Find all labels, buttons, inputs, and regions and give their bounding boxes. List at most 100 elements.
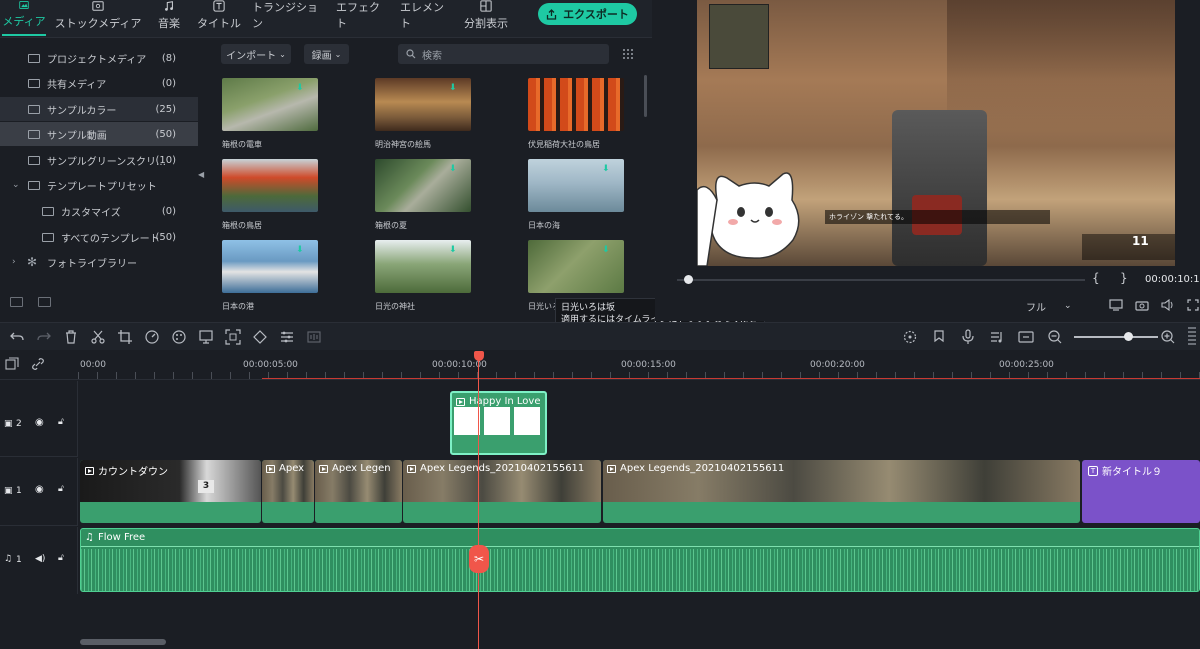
tab-stock-media[interactable]: ストックメディア (54, 0, 142, 36)
add-track-icon[interactable] (5, 357, 19, 371)
redo-icon[interactable] (36, 329, 52, 345)
scissors-icon[interactable]: ✂ (469, 545, 489, 573)
media-thumb[interactable] (528, 78, 624, 131)
microphone-icon[interactable] (960, 329, 976, 345)
panel-toggle-icon[interactable] (1188, 327, 1196, 347)
eye-icon[interactable]: ◉ (35, 417, 44, 428)
adjust-icon[interactable] (279, 329, 295, 345)
tab-media[interactable]: メディア (2, 0, 46, 36)
media-thumb[interactable]: ⬇ (375, 159, 471, 212)
zoom-in-icon[interactable] (1160, 329, 1176, 345)
clip-apex-legend[interactable]: Apex Legen (315, 460, 402, 523)
record-dropdown[interactable]: 録画 ⌄ (304, 44, 349, 64)
tab-music[interactable]: 音楽 (152, 0, 186, 36)
sidebar-item-project-media[interactable]: プロジェクトメディア (8) (0, 46, 198, 70)
sidebar-item-photo-library[interactable]: › ✻ フォトライブラリー (0, 250, 198, 274)
cat-sticker (697, 172, 800, 266)
media-thumb[interactable]: ⬇ (375, 78, 471, 131)
media-thumb[interactable]: ⬇ (222, 78, 318, 131)
speaker-icon[interactable]: ◀) (35, 554, 45, 564)
track-header-video-1: ▣ 1 ◉ 🔓︎ (0, 458, 78, 526)
folder-open-icon[interactable] (38, 297, 51, 307)
clip-apex-2[interactable]: Apex Legends_20210402155611 (603, 460, 1080, 523)
sidebar-item-customize[interactable]: カスタマイズ (0) (0, 199, 198, 223)
chevron-down-icon[interactable]: ⌄ (12, 180, 20, 190)
preview-quality-icon[interactable] (1018, 329, 1034, 345)
lock-icon[interactable]: 🔓︎ (58, 417, 64, 427)
quality-dropdown[interactable]: フル ⌄ (1022, 297, 1094, 315)
zoom-slider-handle[interactable] (1124, 332, 1133, 341)
media-thumb[interactable] (222, 159, 318, 212)
eye-icon[interactable]: ◉ (35, 484, 44, 495)
color-icon[interactable] (171, 329, 187, 345)
preview-progress-track[interactable] (677, 279, 1085, 281)
delete-icon[interactable] (63, 329, 79, 345)
timeline-ruler[interactable]: 00:00 00:00:05:00 00:00:10:00 00:00:15:0… (0, 350, 1200, 380)
export-button[interactable]: エクスポート (538, 3, 637, 25)
keyframe-icon[interactable] (252, 329, 268, 345)
volume-icon[interactable] (1161, 299, 1175, 311)
export-label: エクスポート (563, 8, 629, 21)
sidebar-item-sample-color[interactable]: サンプルカラー (25) (0, 97, 198, 121)
playhead-handle[interactable] (474, 351, 484, 361)
clip-title-9[interactable]: T 新タイトル９ (1082, 460, 1200, 523)
sidebar-item-template-preset[interactable]: ⌄ テンプレートプリセット (0, 173, 198, 197)
tab-split-screen[interactable]: 分割表示 (462, 0, 510, 36)
lock-icon[interactable]: 🔓︎ (58, 484, 64, 494)
monitor-icon[interactable] (1109, 299, 1123, 311)
render-icon[interactable] (902, 329, 918, 345)
media-thumb[interactable]: ⬇ (222, 240, 318, 293)
tab-label: タイトル (197, 17, 241, 30)
clip-happy-in-love[interactable]: Happy In Love (450, 391, 547, 455)
clip-countdown[interactable]: カウントダウン 3 (80, 460, 261, 523)
media-sidebar: プロジェクトメディア (8) 共有メディア (0) サンプルカラー (25) サ… (0, 39, 206, 321)
media-thumb[interactable]: ⬇ (375, 240, 471, 293)
new-folder-icon[interactable] (10, 297, 23, 307)
sidebar-item-shared-media[interactable]: 共有メディア (0) (0, 71, 198, 95)
fullscreen-icon[interactable] (1187, 299, 1199, 311)
audio-volume-line[interactable] (81, 546, 1199, 547)
tab-transition[interactable]: トランジション (252, 0, 326, 36)
playhead-line[interactable] (478, 351, 479, 649)
zoom-out-icon[interactable] (1047, 329, 1063, 345)
snapshot-icon[interactable] (1135, 299, 1149, 311)
split-icon[interactable] (90, 329, 106, 345)
tab-effect[interactable]: エフェクト (336, 0, 390, 36)
mark-in-button[interactable]: { (1092, 271, 1100, 285)
clip-label: Apex Legen (319, 463, 391, 474)
sidebar-item-sample-video[interactable]: サンプル動画 (50) (0, 122, 198, 146)
audio-mixer-icon[interactable] (989, 329, 1005, 345)
link-icon[interactable] (31, 357, 45, 371)
tab-element[interactable]: エレメント (400, 0, 454, 36)
preview-viewer[interactable]: ホライゾン 撃たれてる。 11 (697, 0, 1175, 266)
audio-adjust-icon[interactable] (198, 329, 214, 345)
fit-icon[interactable] (225, 329, 241, 345)
sidebar-item-label: カスタマイズ (61, 207, 121, 219)
mark-out-button[interactable]: } (1120, 271, 1128, 285)
sidebar-item-sample-greenscreen[interactable]: サンプルグリーンスクリ… (10) (0, 148, 198, 172)
grid-view-icon[interactable] (622, 48, 634, 60)
marker-icon[interactable] (931, 329, 947, 345)
clip-audio-flow-free[interactable]: ♫ Flow Free (80, 528, 1200, 592)
timeline-scrollbar[interactable] (80, 639, 166, 645)
folder-icon (42, 232, 54, 242)
media-thumb[interactable]: ⬇ (528, 240, 624, 293)
crop-icon[interactable] (117, 329, 133, 345)
sidebar-item-all-templates[interactable]: すべてのテンプレート (50) (0, 225, 198, 249)
import-dropdown[interactable]: インポート ⌄ (221, 44, 291, 64)
chevron-right-icon[interactable]: › (12, 257, 16, 267)
preview-progress-handle[interactable] (684, 275, 693, 284)
clip-apex-short[interactable]: Apex (262, 460, 314, 523)
collapse-sidebar-icon[interactable]: ◀ (198, 170, 204, 179)
lock-icon[interactable]: 🔓︎ (58, 553, 64, 563)
tab-title[interactable]: タイトル (196, 0, 242, 36)
search-input[interactable]: 検索 (398, 44, 609, 64)
speed-icon[interactable] (144, 329, 160, 345)
clip-apex-1[interactable]: Apex Legends_20210402155611 (403, 460, 601, 523)
media-scrollbar[interactable] (644, 75, 647, 117)
waveform-icon[interactable] (306, 329, 322, 345)
sidebar-item-label: すべてのテンプレート (61, 233, 160, 245)
media-thumb[interactable]: ⬇ (528, 159, 624, 212)
zoom-slider-track[interactable] (1074, 336, 1158, 338)
undo-icon[interactable] (9, 329, 25, 345)
